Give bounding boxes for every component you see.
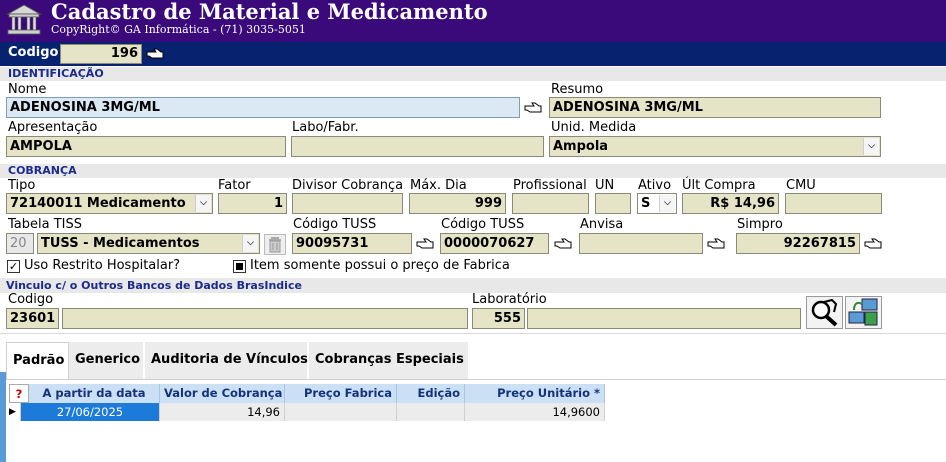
codtuss1-field[interactable]: 90095731 xyxy=(292,233,412,254)
trash-icon[interactable] xyxy=(264,234,286,255)
divisor-label: Divisor Cobrança xyxy=(292,178,404,193)
vinculo-lab-label: Laboratório xyxy=(472,292,547,307)
vinculo-lab-field[interactable]: 555 xyxy=(472,308,525,329)
codtuss2-field[interactable]: 0000070627 xyxy=(440,233,549,254)
col-header-preco-unitario[interactable]: Preço Unitário * xyxy=(465,384,605,403)
tabela-label: Tabela TISS xyxy=(8,217,82,232)
tab-panel-border xyxy=(6,379,946,380)
simpro-label: Simpro xyxy=(737,217,783,232)
app-copyright: CopyRight© GA Informática - (71) 3035-50… xyxy=(51,23,306,36)
col-header-edicao[interactable]: Edição xyxy=(397,384,465,403)
building-logo-icon xyxy=(6,4,42,35)
chevron-down-icon[interactable]: ⌵ xyxy=(242,235,258,252)
help-icon[interactable]: ? xyxy=(9,384,29,403)
anvisa-label: Anvisa xyxy=(580,217,624,232)
left-accent-strip xyxy=(0,372,6,462)
tab-generico[interactable]: Generico xyxy=(69,342,144,379)
pointing-hand-icon[interactable] xyxy=(864,238,882,250)
ativo-value: S xyxy=(641,196,651,211)
restrito-checkbox[interactable]: ✓ xyxy=(7,260,20,273)
row-indicator-icon: ▶ xyxy=(9,403,21,421)
tab-cobrancas-especiais[interactable]: Cobranças Especiais xyxy=(309,342,469,379)
vinculo-codigo-label: Codigo xyxy=(8,292,54,307)
app-title: Cadastro de Material e Medicamento xyxy=(51,0,488,24)
ultcompra-label: Últ Compra xyxy=(682,178,756,193)
un-field[interactable] xyxy=(595,193,631,214)
pointing-hand-icon[interactable] xyxy=(554,238,572,250)
divider xyxy=(0,333,946,334)
anvisa-field[interactable] xyxy=(579,233,703,254)
vinculo-codigo-field[interactable]: 23601 xyxy=(6,308,59,329)
unid-label: Unid. Medida xyxy=(551,120,637,135)
vinculo-lab-desc xyxy=(527,308,801,329)
profissional-label: Profissional xyxy=(513,178,587,193)
section-vinculo: Vinculo c/ o Outros Bancos de Dados Bras… xyxy=(0,278,946,293)
ativo-select[interactable]: S ⌵ xyxy=(637,193,677,214)
cell-preco-unitario[interactable]: 14,9600 xyxy=(465,403,605,421)
fabrica-label: Item somente possui o preço de Fabrica xyxy=(250,258,510,273)
maxdia-label: Máx. Dia xyxy=(410,178,467,193)
nome-label: Nome xyxy=(8,82,47,97)
cell-valor[interactable]: 14,96 xyxy=(160,403,285,421)
title-bar: Cadastro de Material e Medicamento CopyR… xyxy=(0,0,946,42)
chevron-down-icon[interactable]: ⌵ xyxy=(195,195,211,212)
fabrica-checkbox[interactable] xyxy=(233,260,246,273)
tipo-label: Tipo xyxy=(8,178,36,193)
un-label: UN xyxy=(595,178,615,193)
search-database-icon[interactable] xyxy=(806,296,843,329)
apresentacao-label: Apresentação xyxy=(8,120,98,135)
tipo-value: 72140011 Medicamento xyxy=(10,196,186,211)
col-header-valor[interactable]: Valor de Cobrança xyxy=(160,384,285,403)
code-label: Codigo xyxy=(8,45,59,60)
vinculo-codigo-desc xyxy=(62,308,468,329)
chevron-down-icon[interactable]: ⌵ xyxy=(659,195,675,212)
unid-select[interactable]: Ampola ⌵ xyxy=(549,136,881,157)
cmu-field[interactable] xyxy=(785,193,882,214)
labo-field[interactable] xyxy=(291,136,544,157)
network-sync-icon[interactable] xyxy=(845,296,882,329)
cell-preco-fabrica[interactable] xyxy=(285,403,397,421)
col-header-data[interactable]: A partir da data xyxy=(29,384,160,403)
restrito-label: Uso Restrito Hospitalar? xyxy=(24,258,181,273)
chevron-down-icon[interactable]: ⌵ xyxy=(863,138,879,155)
labo-label: Labo/Fabr. xyxy=(292,120,359,135)
nome-field[interactable]: ADENOSINA 3MG/ML xyxy=(6,97,520,118)
unid-value: Ampola xyxy=(553,139,609,154)
tabela-value: TUSS - Medicamentos xyxy=(41,236,200,251)
tabela-select[interactable]: TUSS - Medicamentos ⌵ xyxy=(37,233,260,254)
tipo-select[interactable]: 72140011 Medicamento ⌵ xyxy=(6,193,213,214)
cmu-label: CMU xyxy=(786,178,816,193)
section-cobranca: COBRANÇA xyxy=(0,164,946,178)
tabela-code-field: 20 xyxy=(6,233,34,254)
codtuss1-label: Código TUSS xyxy=(293,217,377,232)
ativo-label: Ativo xyxy=(638,178,672,193)
pointing-hand-icon[interactable] xyxy=(146,48,164,60)
code-field[interactable]: 196 xyxy=(60,44,142,64)
code-bar: Codigo 196 xyxy=(0,42,946,66)
pointing-hand-icon[interactable] xyxy=(524,102,542,114)
apresentacao-field[interactable]: AMPOLA xyxy=(6,136,286,157)
col-header-preco-fabrica[interactable]: Preço Fabrica xyxy=(285,384,397,403)
maxdia-field[interactable]: 999 xyxy=(409,193,506,214)
tab-padrao[interactable]: Padrão xyxy=(6,342,69,379)
resumo-field[interactable]: ADENOSINA 3MG/ML xyxy=(549,97,881,118)
simpro-field[interactable]: 92267815 xyxy=(736,233,860,254)
section-identificacao: IDENTIFICAÇÃO xyxy=(0,67,946,81)
fator-label: Fator xyxy=(218,178,251,193)
pointing-hand-icon[interactable] xyxy=(707,238,725,250)
cell-edicao[interactable] xyxy=(397,403,465,421)
codtuss2-label: Código TUSS xyxy=(441,217,525,232)
cell-data[interactable]: 27/06/2025 xyxy=(21,403,160,421)
resumo-label: Resumo xyxy=(551,82,604,97)
pointing-hand-icon[interactable] xyxy=(416,238,434,250)
profissional-field[interactable] xyxy=(512,193,589,214)
tab-auditoria[interactable]: Auditoria de Vínculos xyxy=(145,342,308,379)
fator-field[interactable]: 1 xyxy=(218,193,287,214)
ultcompra-field[interactable]: R$ 14,96 xyxy=(682,193,779,214)
divisor-field[interactable] xyxy=(292,193,403,214)
